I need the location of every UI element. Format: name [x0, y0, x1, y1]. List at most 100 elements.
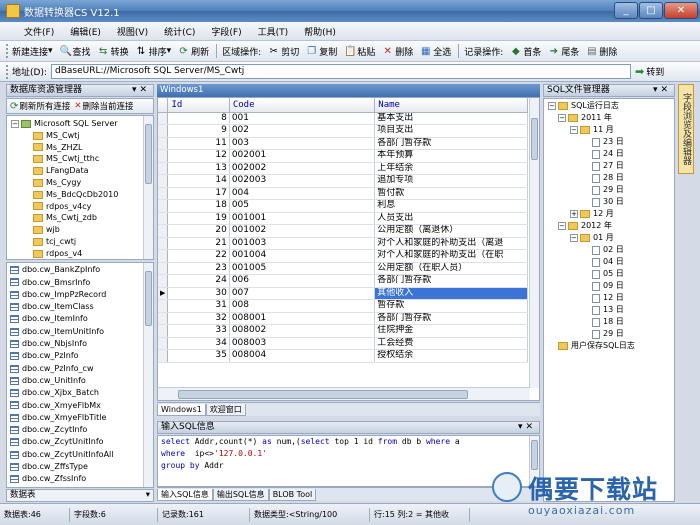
cell-code[interactable]: 008002	[229, 324, 376, 338]
log-day[interactable]: 12 日	[548, 292, 674, 304]
cell-name[interactable]: 各部门暂存款	[374, 137, 528, 150]
log-month[interactable]: − 01 月	[548, 232, 674, 244]
table-row[interactable]: ▶ 30 007 其他收入	[158, 287, 528, 300]
row-header[interactable]	[158, 174, 169, 188]
cell-code[interactable]: 001001	[229, 212, 376, 225]
row-header[interactable]	[158, 312, 169, 325]
paste-button[interactable]: 📋 粘贴	[344, 45, 375, 58]
row-header[interactable]	[158, 149, 169, 163]
cell-name[interactable]: 各部门暂存款	[374, 274, 528, 288]
row-header[interactable]	[158, 224, 169, 238]
cell-name[interactable]: 基本支出	[374, 112, 528, 125]
cell-id[interactable]: 11	[167, 137, 230, 150]
cell-code[interactable]: 002002	[229, 162, 376, 175]
database-item[interactable]: MS_Cwtj_tthc	[11, 153, 153, 165]
sql-text[interactable]: select Addr,count(*) as num,(select top …	[158, 436, 539, 472]
cut-button[interactable]: ✂ 剪切	[268, 45, 299, 58]
cell-id[interactable]: 32	[167, 312, 230, 325]
sort-button[interactable]: ⇅ 排序 ▾	[136, 45, 171, 58]
row-header[interactable]	[158, 249, 169, 263]
last-record-button[interactable]: ➔ 尾条	[548, 45, 580, 58]
database-item[interactable]: Ms_BdcQcDb2010	[11, 189, 153, 201]
cell-name[interactable]: 暂存款	[374, 299, 528, 313]
row-header[interactable]: ▶	[158, 287, 169, 300]
log-day[interactable]: 23 日	[548, 136, 674, 148]
cell-id[interactable]: 33	[167, 324, 230, 338]
go-button[interactable]: ➡ 转到	[635, 65, 664, 78]
new-connection-button[interactable]: 新建连接 ▾	[12, 45, 53, 58]
table-item[interactable]: dbo.cw_BmsrInfo	[10, 276, 153, 288]
delete-button[interactable]: ✕ 删除	[382, 45, 414, 58]
cell-name[interactable]: 公用定额（离退休）	[374, 224, 528, 238]
table-item[interactable]: dbo.cw_ZcytUnitInfo	[10, 436, 153, 448]
row-header[interactable]	[158, 262, 169, 275]
cell-id[interactable]: 23	[167, 262, 230, 275]
cell-name[interactable]: 公用定额（在职人员）	[374, 262, 528, 275]
log-day[interactable]: 27 日	[548, 160, 674, 172]
refresh-all-button[interactable]: ⟳ 刷新所有连接	[10, 100, 70, 113]
table-row[interactable]: 17 004 暂付款	[158, 187, 528, 200]
log-year[interactable]: − 2011 年	[548, 112, 674, 124]
user-log-folder[interactable]: 用户保存SQL日志	[548, 340, 674, 352]
table-row[interactable]: 33 008002 住院押金	[158, 324, 528, 338]
table-item[interactable]: dbo.cw_ItemInfo	[10, 313, 153, 325]
cell-id[interactable]: 8	[167, 112, 230, 125]
table-row[interactable]: 32 008001 各部门暂存款	[158, 312, 528, 325]
cell-name[interactable]: 其他收入	[374, 287, 528, 300]
cell-code[interactable]: 008004	[229, 349, 376, 363]
row-header[interactable]	[158, 337, 169, 350]
copy-button[interactable]: ❐ 复制	[306, 45, 337, 58]
table-row[interactable]: 19 001001 人员支出	[158, 212, 528, 225]
log-root[interactable]: − SQL运行日志	[548, 100, 674, 112]
collapse-icon[interactable]: −	[548, 102, 556, 110]
maximize-button[interactable]: □	[639, 2, 663, 19]
table-item[interactable]: dbo.cw_UnitInfo	[10, 375, 153, 387]
cell-name[interactable]: 对个人和家庭的补助支出（离退	[374, 237, 528, 250]
collapse-icon[interactable]: −	[570, 234, 578, 242]
cell-id[interactable]: 21	[167, 237, 230, 250]
row-header[interactable]	[158, 199, 169, 213]
row-header[interactable]	[158, 274, 169, 288]
table-row[interactable]: 35 008004 授权结余	[158, 349, 528, 363]
menu-view[interactable]: 视图(V)	[109, 25, 156, 38]
first-record-button[interactable]: ◆ 首条	[510, 45, 541, 58]
log-day[interactable]: 18 日	[548, 316, 674, 328]
collapse-icon[interactable]: −	[570, 126, 578, 134]
table-row[interactable]: 8 001 基本支出	[158, 112, 528, 125]
cell-code[interactable]: 008003	[229, 337, 376, 350]
row-header[interactable]	[158, 187, 169, 200]
cell-code[interactable]: 001002	[229, 224, 376, 238]
table-item[interactable]: dbo.cw_ItemClass	[10, 301, 153, 313]
delete-connection-button[interactable]: ✕ 删除当前连接	[74, 100, 133, 112]
cell-code[interactable]: 006	[229, 274, 376, 288]
minimize-button[interactable]: _	[614, 2, 638, 19]
cell-id[interactable]: 20	[167, 224, 230, 238]
cell-name[interactable]: 工会经费	[374, 337, 528, 350]
cell-id[interactable]: 24	[167, 274, 230, 288]
table-item[interactable]: dbo.cw_ZfssInfo	[10, 473, 153, 485]
database-item[interactable]: Ms_ZHZL	[11, 142, 153, 154]
cell-code[interactable]: 001	[229, 112, 376, 125]
table-row[interactable]: 9 002 项目支出	[158, 124, 528, 138]
row-header[interactable]	[158, 299, 169, 313]
log-day[interactable]: 29 日	[548, 184, 674, 196]
refresh-button[interactable]: ⟳ 刷新	[178, 45, 209, 58]
row-header[interactable]	[158, 212, 169, 225]
panel-pin-close[interactable]: ▾✕	[653, 85, 674, 96]
cell-code[interactable]: 002001	[229, 149, 376, 163]
cell-code[interactable]: 002003	[229, 174, 376, 188]
database-item[interactable]: wjb	[11, 224, 153, 236]
row-header[interactable]	[158, 112, 169, 125]
table-list-scrollbar[interactable]	[143, 263, 153, 487]
tab-sql-output[interactable]: 输出SQL信息	[212, 489, 269, 501]
find-button[interactable]: 🔍 查找	[60, 45, 91, 58]
database-item[interactable]: Ms_Cwtj_zdb	[11, 212, 153, 224]
tab-welcome[interactable]: 欢迎窗口	[205, 404, 246, 416]
cell-code[interactable]: 001004	[229, 249, 376, 263]
cell-id[interactable]: 17	[167, 187, 230, 200]
row-header[interactable]	[158, 124, 169, 138]
table-row[interactable]: 22 001004 对个人和家庭的补助支出（在职	[158, 249, 528, 263]
log-year[interactable]: − 2012 年	[548, 220, 674, 232]
column-header-name[interactable]: Name	[374, 98, 528, 113]
cell-id[interactable]: 22	[167, 249, 230, 263]
